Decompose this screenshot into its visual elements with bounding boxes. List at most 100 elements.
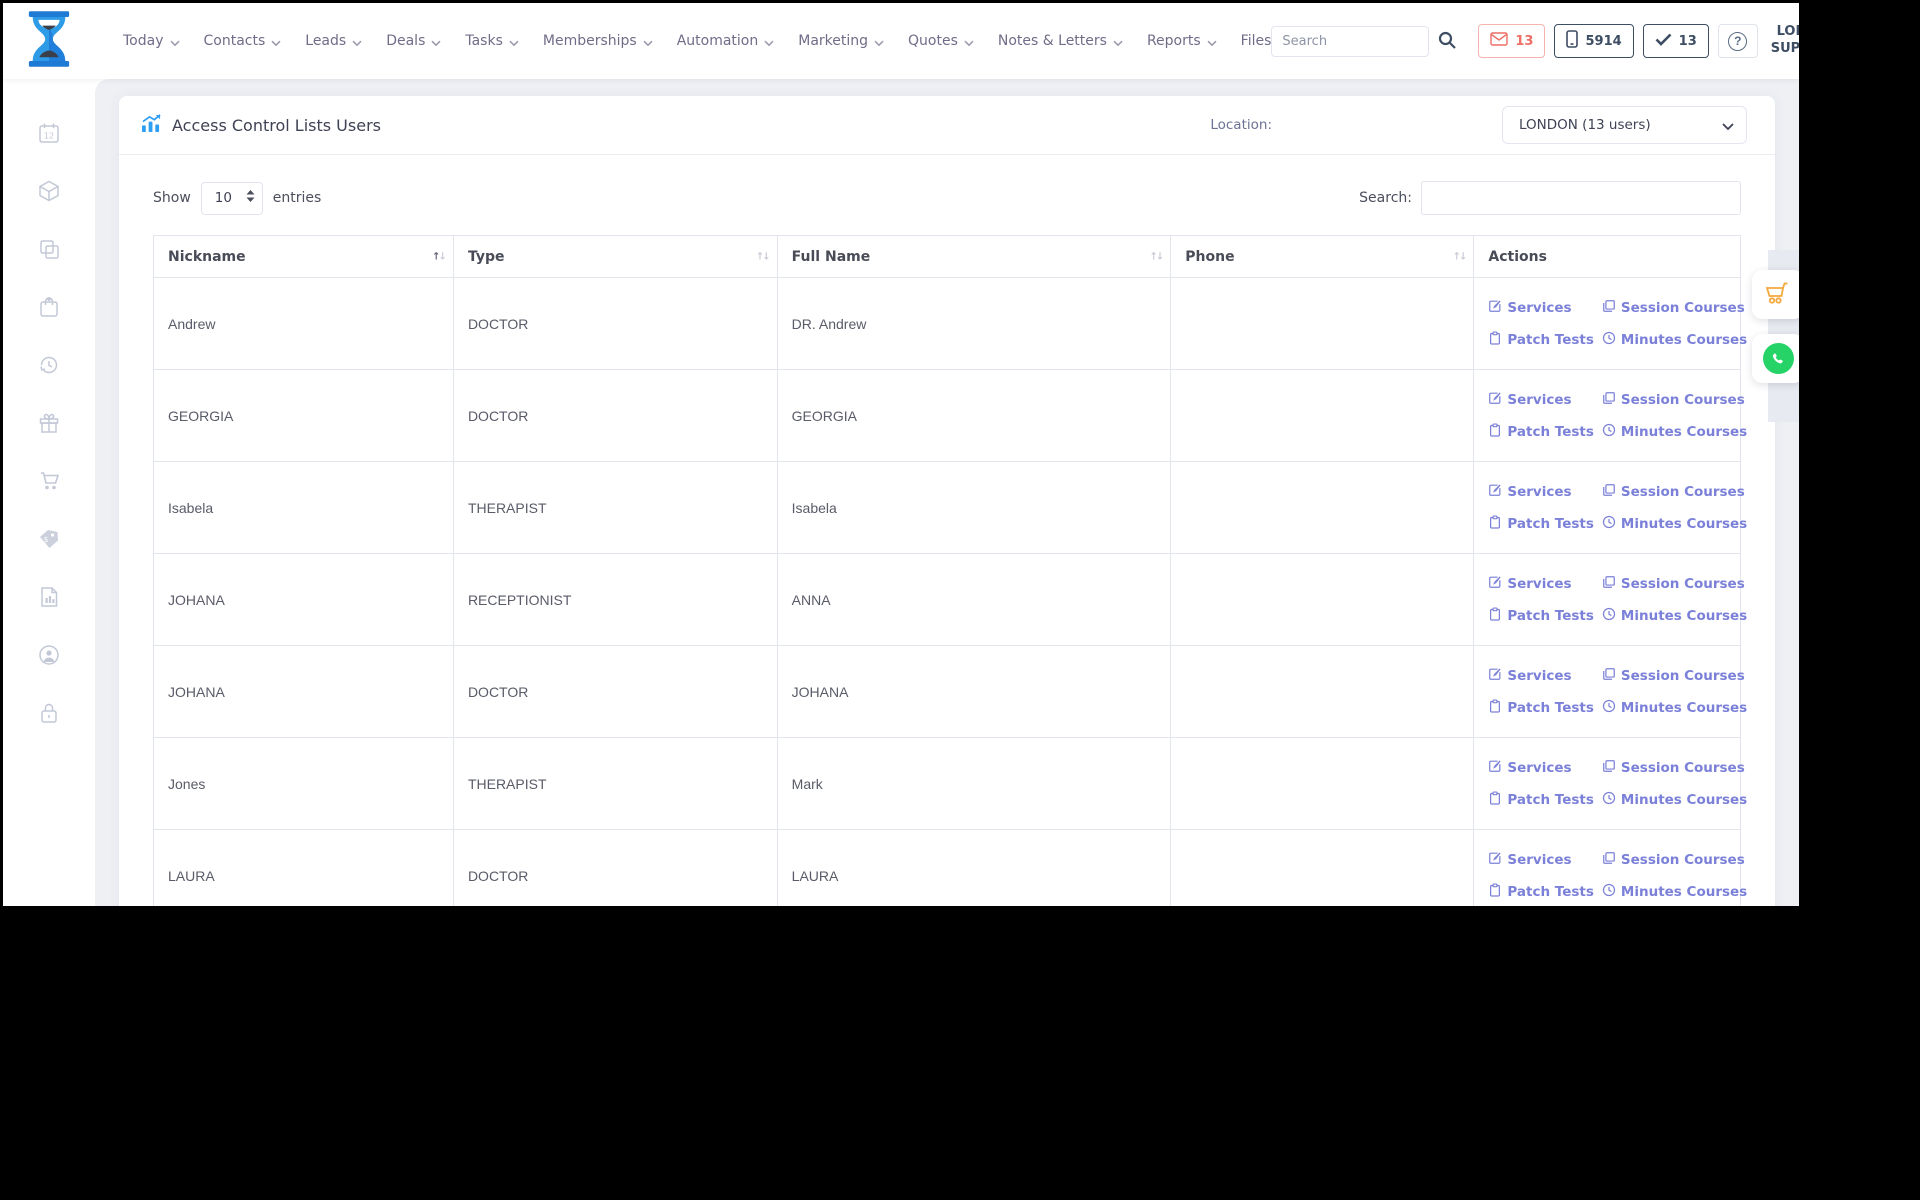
nav-item-marketing[interactable]: Marketing — [798, 32, 884, 51]
column-header-full-name[interactable]: Full Name ↑↓ — [776, 235, 1172, 278]
sidebar-item-lock[interactable] — [27, 693, 71, 737]
envelope-icon — [1490, 32, 1509, 50]
action-session-courses-link[interactable]: Session Courses — [1602, 575, 1747, 593]
column-header-type[interactable]: Type ↑↓ — [452, 235, 778, 278]
clock-icon — [1602, 791, 1616, 809]
sidebar-item-account[interactable] — [27, 635, 71, 679]
nav-item-automation[interactable]: Automation — [677, 32, 775, 51]
edit-icon — [1488, 391, 1502, 409]
cart-float-button[interactable] — [1752, 270, 1799, 319]
action-minutes-courses-link[interactable]: Minutes Courses — [1602, 791, 1747, 809]
action-services-link[interactable]: Services — [1488, 667, 1594, 685]
mail-badge-count: 13 — [1515, 33, 1534, 49]
action-services-link[interactable]: Services — [1488, 483, 1594, 501]
action-minutes-courses-link[interactable]: Minutes Courses — [1602, 515, 1747, 533]
account-icon — [37, 643, 61, 671]
cell-type: RECEPTIONIST — [452, 553, 778, 646]
sidebar-item-gift[interactable] — [27, 403, 71, 447]
action-services-link[interactable]: Services — [1488, 851, 1594, 869]
pages-icon — [1602, 299, 1616, 317]
tasks-badge[interactable]: 13 — [1642, 24, 1709, 58]
gift-icon — [37, 411, 61, 439]
action-session-courses-link[interactable]: Session Courses — [1602, 483, 1747, 501]
show-label: Show — [153, 190, 191, 206]
nav-item-notes-letters[interactable]: Notes & Letters — [998, 32, 1123, 51]
action-minutes-courses-link[interactable]: Minutes Courses — [1602, 423, 1747, 441]
column-header-actions: Actions — [1473, 235, 1741, 278]
action-session-courses-link[interactable]: Session Courses — [1602, 759, 1747, 777]
cell-nickname: LAURA — [153, 829, 454, 906]
sidebar-item-calendar[interactable]: 12 — [27, 113, 71, 157]
action-patch-tests-link[interactable]: Patch Tests — [1488, 606, 1594, 625]
action-minutes-courses-link[interactable]: Minutes Courses — [1602, 607, 1747, 625]
nav-item-contacts[interactable]: Contacts — [204, 32, 282, 51]
sidebar-item-copy[interactable] — [27, 229, 71, 273]
action-services-link[interactable]: Services — [1488, 299, 1594, 317]
cell-actions: Services Session Courses Patch Tests Minute… — [1473, 553, 1747, 646]
action-services-link[interactable]: Services — [1488, 391, 1594, 409]
column-header-nickname[interactable]: Nickname ↑↓ — [153, 235, 454, 278]
app-logo[interactable] — [3, 10, 95, 72]
sidebar-item-history[interactable] — [27, 345, 71, 389]
sidebar-item-cart[interactable] — [27, 461, 71, 505]
help-button[interactable]: ? — [1717, 24, 1758, 58]
action-session-courses-link[interactable]: Session Courses — [1602, 851, 1747, 869]
column-header-phone[interactable]: Phone ↑↓ — [1170, 235, 1475, 278]
nav-item-tasks[interactable]: Tasks — [465, 32, 519, 51]
cell-nickname: Jones — [153, 737, 454, 830]
table-search-label: Search: — [1359, 190, 1412, 206]
clipboard-icon — [1488, 606, 1502, 625]
svg-text:12: 12 — [44, 132, 54, 141]
sidebar-item-report[interactable] — [27, 577, 71, 621]
whatsapp-float-button[interactable] — [1752, 334, 1799, 383]
action-minutes-courses-link[interactable]: Minutes Courses — [1602, 883, 1747, 901]
table-search-input[interactable] — [1421, 181, 1741, 215]
sidebar-item-price-tag[interactable]: $ — [27, 519, 71, 563]
nav-item-quotes[interactable]: Quotes — [908, 32, 974, 51]
mail-badge[interactable]: 13 — [1478, 24, 1546, 58]
phone-badge[interactable]: 5914 — [1554, 24, 1634, 58]
action-patch-tests-link[interactable]: Patch Tests — [1488, 514, 1594, 533]
action-patch-tests-link[interactable]: Patch Tests — [1488, 882, 1594, 901]
sidebar-item-package[interactable] — [27, 171, 71, 215]
table-header-row: Nickname ↑↓ Type ↑↓ Full Name ↑↓ Phone ↑↓ Action… — [153, 235, 1741, 278]
sidebar-item-shopping-bag[interactable] — [27, 287, 71, 331]
nav-item-deals[interactable]: Deals — [386, 32, 441, 51]
edit-icon — [1488, 575, 1502, 593]
page-size-group: Show 10 entries — [153, 181, 321, 215]
action-patch-tests-link[interactable]: Patch Tests — [1488, 422, 1594, 441]
sort-arrows-icon: ↑↓ — [1452, 251, 1468, 262]
action-minutes-courses-link[interactable]: Minutes Courses — [1602, 699, 1747, 717]
location-select[interactable]: LONDON (13 users) — [1502, 106, 1747, 144]
sort-arrows-icon: ↑↓ — [755, 251, 771, 262]
action-session-courses-link[interactable]: Session Courses — [1602, 299, 1747, 317]
cell-nickname: GEORGIA — [153, 369, 454, 462]
card-body: Show 10 entries Search: Nickname ↑↓ Type… — [119, 155, 1775, 906]
sort-arrows-icon: ↑↓ — [432, 251, 447, 262]
cell-type: DOCTOR — [452, 277, 778, 370]
action-session-courses-link[interactable]: Session Courses — [1602, 667, 1747, 685]
search-button[interactable] — [1429, 26, 1465, 57]
navbar-search-input[interactable] — [1271, 25, 1430, 57]
table-row: LAURA DOCTOR LAURA Services Session Courses P… — [153, 829, 1747, 906]
nav-item-memberships[interactable]: Memberships — [543, 32, 653, 51]
action-session-courses-link[interactable]: Session Courses — [1602, 391, 1747, 409]
page-size-select[interactable]: 10 — [200, 181, 263, 215]
action-patch-tests-link[interactable]: Patch Tests — [1488, 698, 1594, 717]
sort-arrows-icon: ↑↓ — [1149, 251, 1165, 262]
action-services-link[interactable]: Services — [1488, 759, 1594, 777]
nav-item-leads[interactable]: Leads — [305, 32, 362, 51]
action-patch-tests-link[interactable]: Patch Tests — [1488, 790, 1594, 809]
edit-icon — [1488, 483, 1502, 501]
action-minutes-courses-link[interactable]: Minutes Courses — [1602, 331, 1747, 349]
user-name: LONDON SUPPORT — [1770, 24, 1799, 56]
nav-item-files[interactable]: Files — [1241, 33, 1272, 49]
table-row: GEORGIA DOCTOR GEORGIA Services Session Cour… — [153, 369, 1747, 462]
cell-full-name: GEORGIA — [776, 369, 1172, 462]
nav-item-today[interactable]: Today — [123, 32, 180, 51]
cell-type: DOCTOR — [452, 829, 778, 906]
nav-item-reports[interactable]: Reports — [1147, 32, 1217, 51]
action-services-link[interactable]: Services — [1488, 575, 1594, 593]
action-patch-tests-link[interactable]: Patch Tests — [1488, 330, 1594, 349]
top-navbar: Today Contacts Leads Deals Tasks Memberships A… — [3, 3, 1799, 79]
